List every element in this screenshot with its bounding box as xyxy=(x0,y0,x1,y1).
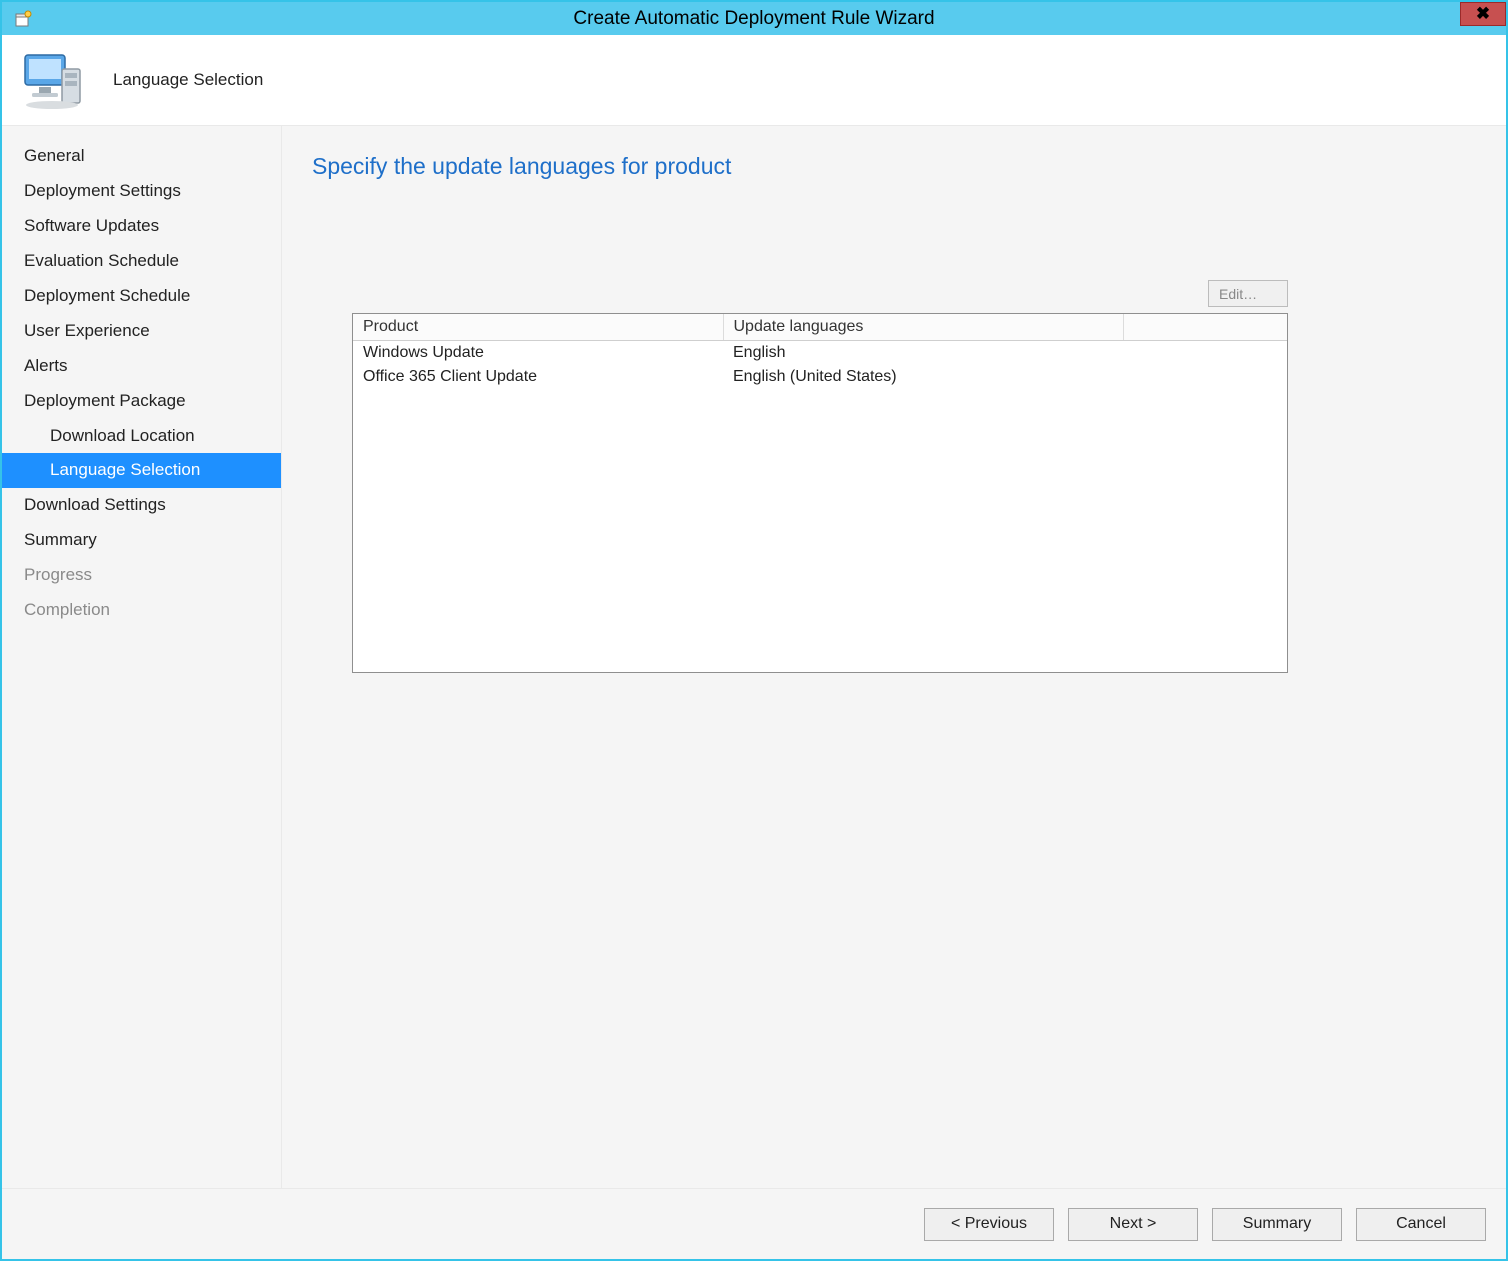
nav-item-software-updates[interactable]: Software Updates xyxy=(2,209,281,244)
nav-item-language-selection[interactable]: Language Selection xyxy=(2,453,281,488)
nav-item-deployment-schedule[interactable]: Deployment Schedule xyxy=(2,279,281,314)
column-header-blank xyxy=(1123,314,1287,341)
wizard-window: Create Automatic Deployment Rule Wizard … xyxy=(0,0,1508,1261)
nav-item-summary[interactable]: Summary xyxy=(2,523,281,558)
nav-item-evaluation-schedule[interactable]: Evaluation Schedule xyxy=(2,244,281,279)
column-header-languages[interactable]: Update languages xyxy=(723,314,1123,341)
nav-item-general[interactable]: General xyxy=(2,139,281,174)
nav-item-alerts[interactable]: Alerts xyxy=(2,349,281,384)
cell-languages: English (United States) xyxy=(723,365,1123,389)
previous-button[interactable]: < Previous xyxy=(924,1208,1054,1241)
nav-item-completion: Completion xyxy=(2,593,281,628)
titlebar: Create Automatic Deployment Rule Wizard … xyxy=(2,2,1506,35)
edit-button: Edit… xyxy=(1208,280,1288,307)
wizard-page-title: Language Selection xyxy=(113,70,263,90)
cell-product: Windows Update xyxy=(353,341,723,366)
nav-item-user-experience[interactable]: User Experience xyxy=(2,314,281,349)
close-button[interactable]: ✖ xyxy=(1460,2,1506,26)
grid-header-row: Product Update languages xyxy=(353,314,1287,341)
wizard-header: Language Selection xyxy=(2,35,1506,126)
next-button[interactable]: Next > xyxy=(1068,1208,1198,1241)
wizard-nav-sidebar: GeneralDeployment SettingsSoftware Updat… xyxy=(2,126,282,1188)
cell-languages: English xyxy=(723,341,1123,366)
wizard-main: Specify the update languages for product… xyxy=(282,126,1506,1188)
language-grid[interactable]: Product Update languages Windows UpdateE… xyxy=(352,313,1288,673)
cell-product: Office 365 Client Update xyxy=(353,365,723,389)
cell-blank xyxy=(1123,341,1287,366)
window-title: Create Automatic Deployment Rule Wizard xyxy=(2,8,1506,30)
close-icon: ✖ xyxy=(1476,4,1490,24)
wizard-footer: < Previous Next > Summary Cancel xyxy=(2,1188,1506,1259)
edit-button-row: Edit… xyxy=(352,280,1288,307)
page-heading: Specify the update languages for product xyxy=(312,153,1476,180)
table-row[interactable]: Windows UpdateEnglish xyxy=(353,341,1287,366)
nav-item-deployment-settings[interactable]: Deployment Settings xyxy=(2,174,281,209)
summary-button[interactable]: Summary xyxy=(1212,1208,1342,1241)
table-row[interactable]: Office 365 Client UpdateEnglish (United … xyxy=(353,365,1287,389)
nav-item-progress: Progress xyxy=(2,558,281,593)
nav-item-download-settings[interactable]: Download Settings xyxy=(2,488,281,523)
column-header-product[interactable]: Product xyxy=(353,314,723,341)
wizard-header-icon xyxy=(22,47,88,113)
cell-blank xyxy=(1123,365,1287,389)
cancel-button[interactable]: Cancel xyxy=(1356,1208,1486,1241)
nav-item-download-location[interactable]: Download Location xyxy=(2,419,281,454)
nav-item-deployment-package[interactable]: Deployment Package xyxy=(2,384,281,419)
wizard-body: GeneralDeployment SettingsSoftware Updat… xyxy=(2,126,1506,1188)
